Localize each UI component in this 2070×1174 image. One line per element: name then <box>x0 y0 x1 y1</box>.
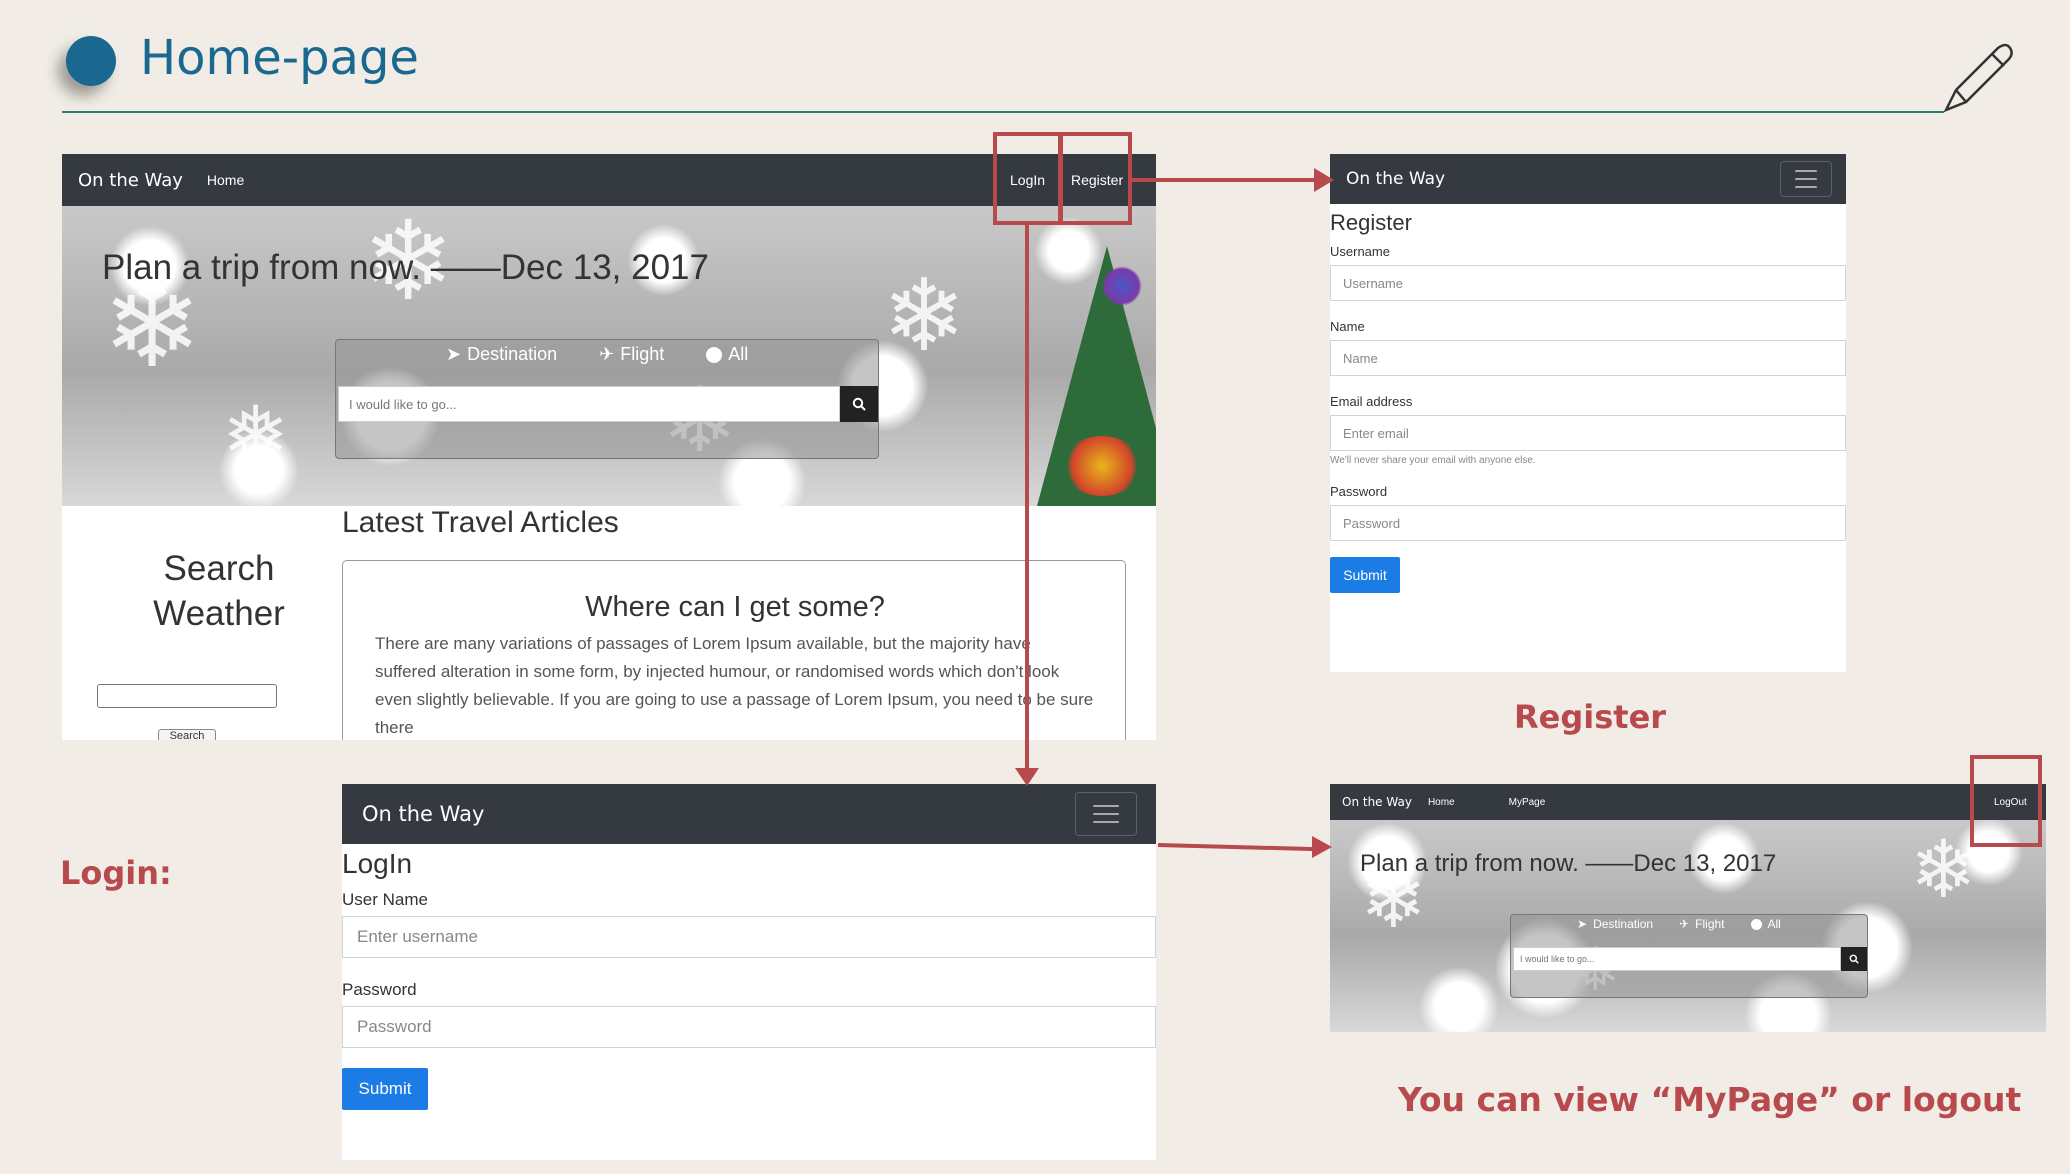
hamburger-icon <box>1093 805 1119 807</box>
nav-mypage-link[interactable]: MyPage <box>1509 797 1546 808</box>
weather-search-button[interactable]: Search <box>158 729 216 740</box>
hero-banner: ❄ ❄ ❄ ❄ ❅ Plan a trip from now. ——Dec 13… <box>62 206 1156 506</box>
login-caption: Login: <box>60 854 172 892</box>
brand-link[interactable]: On the Way <box>362 802 484 826</box>
location-arrow-icon: ➤ <box>446 344 462 364</box>
option-flight[interactable]: ✈ Flight <box>599 344 664 365</box>
arrow-mypage-line <box>1157 843 1320 852</box>
register-caption: Register <box>1514 698 1667 736</box>
email-help-text: We'll never share your email with anyone… <box>1330 455 1536 466</box>
mypage-screenshot: On the Way Home MyPage LogOut ❄ ❄ ❅ Plan… <box>1330 784 2046 1032</box>
login-submit-button[interactable]: Submit <box>342 1068 428 1110</box>
option-flight[interactable]: ✈ Flight <box>1679 917 1724 931</box>
search-button[interactable] <box>840 386 878 422</box>
title-bullet-icon <box>66 36 116 86</box>
option-destination[interactable]: ➤ Destination <box>1577 917 1653 931</box>
name-input[interactable]: Name <box>1330 340 1846 376</box>
pen-icon <box>1943 43 2013 113</box>
hamburger-icon <box>1093 821 1119 823</box>
arrow-head-icon <box>1015 768 1039 786</box>
login-navbar: On the Way <box>342 784 1156 844</box>
option-destination[interactable]: ➤ Destination <box>446 344 557 365</box>
register-screenshot: On the Way Register Username Username Na… <box>1330 154 1846 672</box>
slide-title: Home-page <box>140 30 419 86</box>
plane-icon: ✈ <box>1679 917 1690 931</box>
option-all[interactable]: All <box>1750 917 1781 931</box>
password-label: Password <box>1330 484 1388 499</box>
article-title[interactable]: Where can I get some? <box>375 591 1095 624</box>
username-label: User Name <box>342 890 428 909</box>
brand-link[interactable]: On the Way <box>78 170 183 191</box>
highlight-logout <box>1970 755 2042 847</box>
nav-home-link[interactable]: Home <box>1428 797 1455 808</box>
register-submit-button[interactable]: Submit <box>1330 557 1400 593</box>
username-label: Username <box>1330 244 1390 259</box>
register-heading: Register <box>1330 210 1412 235</box>
highlight-login <box>993 132 1062 225</box>
home-screenshot: On the Way Home LogIn Register ❄ ❄ ❄ ❄ ❅… <box>62 154 1156 740</box>
hero-title: Plan a trip from now. ——Dec 13, 2017 <box>102 248 709 287</box>
menu-toggle-button[interactable] <box>1075 792 1137 836</box>
ornament <box>1102 266 1142 306</box>
search-options: ➤ Destination ✈ Flight All <box>446 344 748 365</box>
snowflake-icon: ❅ <box>222 389 290 482</box>
search-icon <box>852 397 866 411</box>
name-label: Name <box>1330 319 1365 334</box>
arrow-head-icon <box>1312 836 1332 858</box>
username-input[interactable]: Enter username <box>342 916 1156 958</box>
location-arrow-icon: ➤ <box>1577 917 1588 931</box>
radio-icon <box>706 346 723 363</box>
search-button[interactable] <box>1841 947 1867 971</box>
search-icon <box>1849 954 1859 964</box>
snowflake-icon: ❄ <box>1910 823 1978 916</box>
username-input[interactable]: Username <box>1330 265 1846 301</box>
destination-search-input[interactable]: I would like to go... <box>1513 947 1841 971</box>
radio-icon <box>1750 918 1762 930</box>
hamburger-icon <box>1093 813 1119 815</box>
password-input[interactable]: Password <box>1330 505 1846 541</box>
plane-icon: ✈ <box>599 344 615 364</box>
email-label: Email address <box>1330 394 1413 409</box>
highlight-register <box>1059 132 1132 225</box>
hamburger-icon <box>1795 186 1817 188</box>
menu-toggle-button[interactable] <box>1780 161 1832 197</box>
arrow-head-icon <box>1314 168 1334 192</box>
snowflake-icon: ❄ <box>882 257 966 374</box>
password-label: Password <box>342 980 417 999</box>
search-options: ➤ Destination ✈ Flight All <box>1577 917 1781 931</box>
title-underline <box>62 111 1944 113</box>
register-navbar: On the Way <box>1330 154 1846 204</box>
hamburger-icon <box>1795 178 1817 180</box>
nav-home-link[interactable]: Home <box>207 172 244 188</box>
brand-link[interactable]: On the Way <box>1346 169 1445 189</box>
option-all[interactable]: All <box>706 344 748 365</box>
trip-search-box: ➤ Destination ✈ Flight All I would like to… <box>335 339 879 459</box>
brand-link[interactable]: On the Way <box>1342 795 1412 809</box>
mypage-navbar: On the Way Home MyPage LogOut <box>1330 784 2046 820</box>
email-input[interactable]: Enter email <box>1330 415 1846 451</box>
login-screenshot: On the Way LogIn User Name Enter usernam… <box>342 784 1156 1160</box>
login-heading: LogIn <box>342 848 413 879</box>
hamburger-icon <box>1795 170 1817 172</box>
hero-title: Plan a trip from now. ——Dec 13, 2017 <box>1360 850 1777 877</box>
home-navbar: On the Way Home LogIn Register <box>62 154 1156 206</box>
hero-banner: ❄ ❄ ❅ Plan a trip from now. ——Dec 13, 20… <box>1330 820 2046 1032</box>
mypage-caption: You can view “MyPage” or logout <box>1398 1080 2022 1119</box>
article-body: There are many variations of passages of… <box>375 634 1094 737</box>
password-input[interactable]: Password <box>342 1006 1156 1048</box>
article-card: Where can I get some? There are many var… <box>342 560 1126 740</box>
destination-search-input[interactable]: I would like to go... <box>338 386 840 422</box>
arrow-register-line <box>1132 178 1318 182</box>
weather-input[interactable] <box>97 684 277 708</box>
ornament <box>1062 436 1142 496</box>
articles-heading: Latest Travel Articles <box>342 506 619 539</box>
arrow-login-line <box>1025 225 1029 773</box>
trip-search-box: ➤ Destination ✈ Flight All I would like to… <box>1510 914 1868 998</box>
weather-heading: Search Weather <box>153 549 285 633</box>
